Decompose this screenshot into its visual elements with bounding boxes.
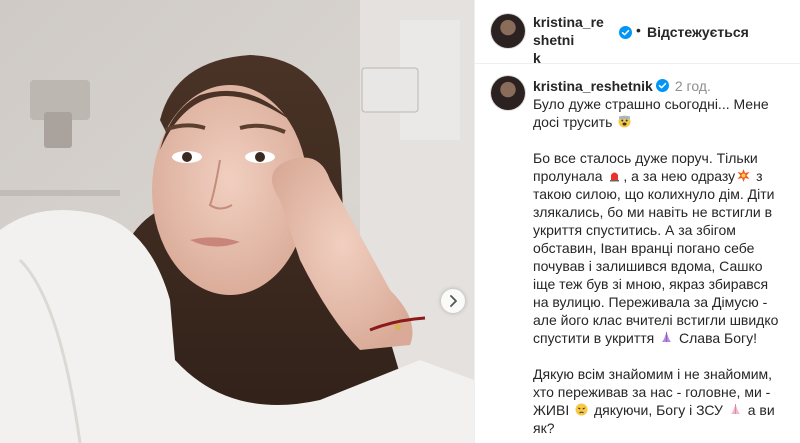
post-side-panel: kristina_reshetni k • Відстежується kris… <box>474 0 800 443</box>
post-photo[interactable] <box>0 0 474 443</box>
caption-line: як? <box>533 420 555 436</box>
caption-line: укриття спуститись. А за збігом <box>533 222 736 238</box>
header-separator: • <box>636 22 641 38</box>
caption-line: Дякую всім знайомим і не знайомим, <box>533 366 773 382</box>
author-username-line2: k <box>533 50 541 66</box>
caption-line: дякуючи, Богу і ЗСУ <box>594 402 723 418</box>
caption-line: а ви <box>747 402 775 418</box>
caption-line: спустити в укриття <box>533 330 655 346</box>
post-caption: kristina_reshetnik 2 год. Було дуже страш… <box>533 77 787 437</box>
caption-line: але його клас вчителі встигли швидко <box>533 312 779 328</box>
caption-username[interactable]: kristina_reshetnik <box>533 78 653 94</box>
verified-badge-icon <box>619 26 632 39</box>
caption-line: злякались, бо ми навіть не встигли в <box>533 204 773 220</box>
post-time[interactable]: 2 год. <box>675 78 711 94</box>
carousel-next-button[interactable] <box>441 289 465 313</box>
siren-emoji-icon <box>610 172 620 182</box>
caption-line: іще теж був зі мною, якраз збирався <box>533 276 769 292</box>
caption-line: Бо все сталось дуже поруч. Тільки <box>533 150 758 166</box>
explosion-emoji-icon <box>737 169 750 182</box>
caption-author-avatar[interactable] <box>491 76 525 110</box>
caption-line: обставин, Іван вранці погано себе <box>533 240 755 256</box>
caption-line: хто переживав за нас - головне, ми - <box>533 384 771 400</box>
praying-hands-emoji-icon <box>662 332 672 342</box>
following-button[interactable]: Відстежується <box>647 24 749 41</box>
scared-emoji-icon <box>618 115 631 128</box>
praying-hands-emoji-icon <box>730 404 740 414</box>
caption-line: досі трусить <box>533 114 613 130</box>
crying-face-emoji-icon <box>575 403 588 416</box>
author-avatar[interactable] <box>491 14 525 48</box>
selfie-image <box>0 0 474 443</box>
caption-line: з <box>756 168 763 184</box>
verified-badge-icon <box>655 79 669 92</box>
caption-line: пролунала <box>533 168 603 184</box>
caption-line: Слава Богу! <box>679 330 758 346</box>
caption-line: , а за нею одразу <box>623 168 736 184</box>
caption-line: ЖИВІ <box>533 402 570 418</box>
chevron-right-icon <box>450 295 457 307</box>
caption-line: почував і залишився вдома, Сашко <box>533 258 763 274</box>
caption-line: такою силою, що колихнуло дім. Діти <box>533 186 775 202</box>
caption-line: на вулицю. Переживала за Дімусю - <box>533 294 768 310</box>
author-username[interactable]: kristina_reshetni k <box>533 13 605 67</box>
caption-line: Було дуже страшно сьогодні... Мене <box>533 96 769 112</box>
author-username-line1: kristina_reshetni <box>533 14 604 48</box>
post-header: kristina_reshetni k • Відстежується <box>475 0 800 67</box>
